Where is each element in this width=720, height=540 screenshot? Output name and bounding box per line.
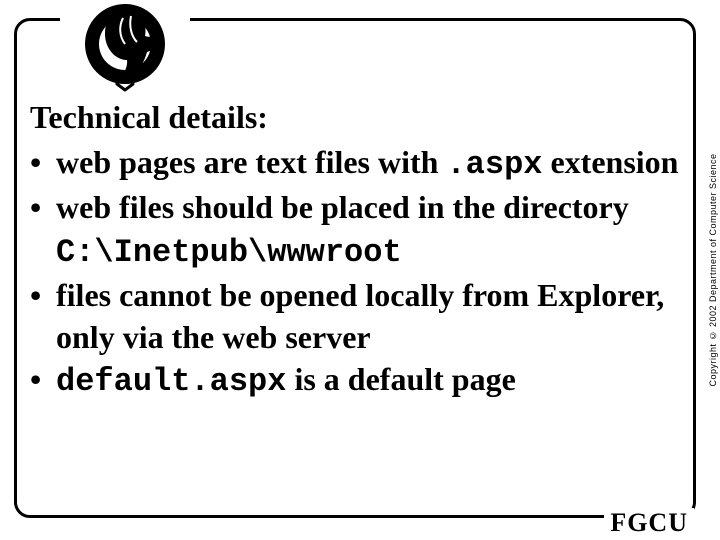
list-item: •files cannot be opened locally from Exp… [30,274,684,358]
bullet-text: files cannot be opened locally from Expl… [56,277,664,355]
body-text: is a default page [286,361,515,397]
code-text: .aspx [446,146,542,183]
body-text: web pages are text files with [56,144,446,180]
body-text: web files should be placed in the direct… [56,189,629,225]
list-item: •web pages are text files with .aspx ext… [30,141,684,186]
side-copyright: Copyright © 2002 Department of Computer … [708,153,718,386]
bullet-list: •web pages are text files with .aspx ext… [30,141,684,403]
bullet-text: default.aspx is a default page [56,361,516,397]
logo-container [60,0,190,96]
footer-org: FGCU [604,508,694,538]
list-item: •web files should be placed in the direc… [30,186,684,273]
bullet-text: web files should be placed in the direct… [56,189,629,267]
slide-title: Technical details: [30,100,684,135]
bullet-text: web pages are text files with .aspx exte… [56,144,678,180]
code-text: C:\Inetpub\wwwroot [56,234,402,271]
slide-content: Technical details: •web pages are text f… [30,100,684,510]
body-text: extension [542,144,678,180]
slide-stage: Technical details: •web pages are text f… [0,0,720,540]
body-text: files cannot be opened locally from Expl… [56,277,664,355]
eagle-o-logo-icon [65,0,185,93]
code-text: default.aspx [56,363,286,400]
list-item: •default.aspx is a default page [30,358,684,403]
